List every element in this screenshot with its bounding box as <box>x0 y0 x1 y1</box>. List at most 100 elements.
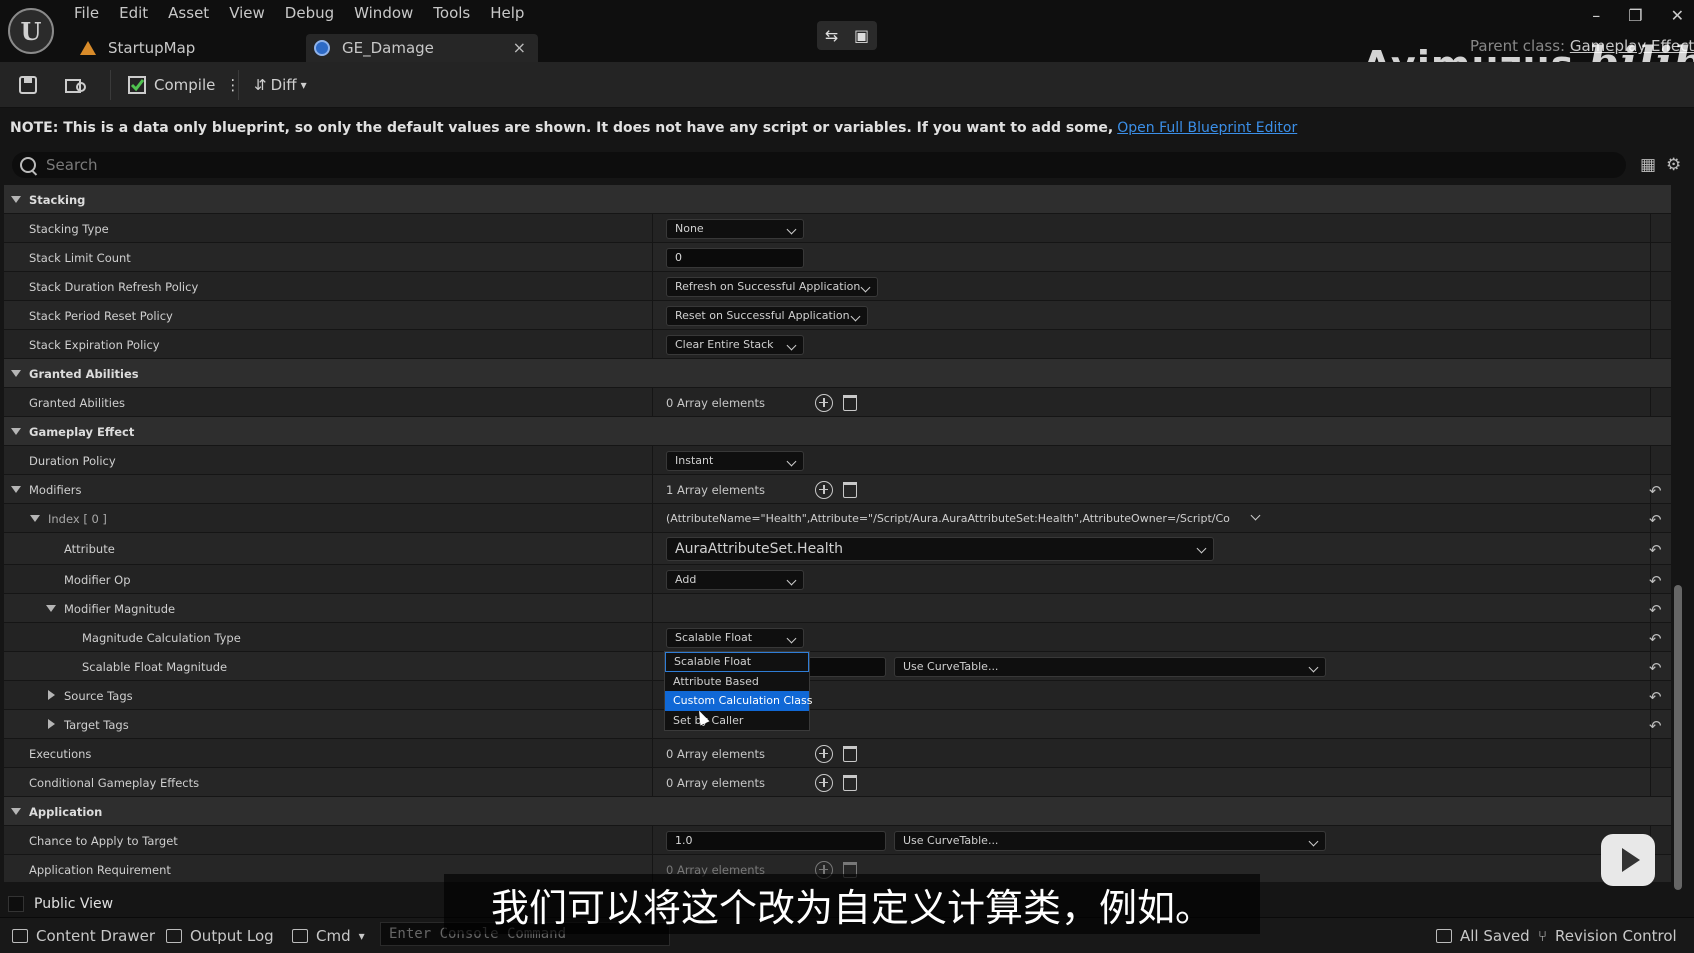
chevron-down-icon <box>1308 836 1319 846</box>
save-icon[interactable] <box>18 70 38 100</box>
option-set-by-caller[interactable]: Set by Caller <box>665 711 809 731</box>
prop-scalable-float-magnitude: Scalable Float Magnitude Use CurveTable.… <box>4 652 1671 681</box>
option-attribute-based[interactable]: Attribute Based <box>665 672 809 692</box>
modifier-op-combo[interactable]: Add <box>666 569 804 590</box>
category-stacking[interactable]: Stacking <box>4 185 1671 214</box>
compile-label: Compile <box>154 76 216 94</box>
expand-arrow-icon[interactable] <box>48 690 55 700</box>
expand-arrow-icon[interactable] <box>11 486 21 493</box>
duration-refresh-combo[interactable]: Refresh on Successful Application <box>666 276 878 297</box>
category-application[interactable]: Application <box>4 797 1671 826</box>
expand-arrow-icon[interactable] <box>11 428 21 435</box>
reset-to-default-icon[interactable]: ↶ <box>1649 717 1662 735</box>
reset-to-default-icon[interactable]: ↶ <box>1649 572 1662 590</box>
menu-debug[interactable]: Debug <box>285 4 348 22</box>
stacking-type-combo[interactable]: None <box>666 218 804 239</box>
stack-limit-count-input[interactable]: 0 <box>666 247 804 268</box>
array-count: 1 Array elements <box>666 482 766 497</box>
prop-modifier-op: Modifier Op Add ↶ <box>4 565 1671 594</box>
tab-startup-map[interactable]: StartupMap <box>74 34 304 62</box>
open-full-editor-link[interactable]: Open Full Blueprint Editor <box>1117 120 1297 136</box>
output-log-label: Output Log <box>190 927 274 945</box>
public-view-toggle[interactable]: Public View <box>4 893 113 915</box>
reset-to-default-icon[interactable]: ↶ <box>1649 688 1662 706</box>
all-saved-button[interactable]: All Saved <box>1436 927 1530 945</box>
unreal-logo-icon[interactable]: U <box>8 8 54 54</box>
reset-to-default-icon[interactable]: ↶ <box>1649 601 1662 619</box>
expand-arrow-icon[interactable] <box>11 370 21 377</box>
expand-arrow-icon[interactable] <box>48 719 55 729</box>
diff-button[interactable]: ⇵ Diff ▾ <box>254 70 307 100</box>
reset-to-default-icon[interactable]: ↶ <box>1649 541 1662 559</box>
column-divider <box>1650 301 1651 330</box>
reset-to-default-icon[interactable]: ↶ <box>1649 630 1662 648</box>
period-reset-combo[interactable]: Reset on Successful Application <box>666 305 868 326</box>
prop-value: Add <box>666 565 804 594</box>
search-input[interactable] <box>46 156 1546 174</box>
column-divider <box>652 504 653 533</box>
swap-layout-icon[interactable]: ⇆ <box>825 26 838 45</box>
add-element-icon[interactable] <box>815 744 834 763</box>
prop-label: Stack Period Reset Policy <box>29 308 173 323</box>
output-log-button[interactable]: Output Log <box>166 927 274 945</box>
trash-icon[interactable] <box>843 481 858 498</box>
public-view-checkbox[interactable] <box>8 896 24 912</box>
menu-tools[interactable]: Tools <box>433 4 484 22</box>
compile-check-icon <box>128 76 146 94</box>
add-element-icon[interactable] <box>815 480 834 499</box>
expiration-combo[interactable]: Clear Entire Stack <box>666 334 804 355</box>
all-saved-label: All Saved <box>1460 927 1530 945</box>
chance-input[interactable]: 1.0 <box>666 830 886 851</box>
close-tab-icon[interactable]: × <box>513 38 526 57</box>
option-custom-calculation-class[interactable]: Custom Calculation Class <box>665 691 812 711</box>
table-view-icon[interactable]: ▦ <box>1640 155 1656 175</box>
reset-to-default-icon[interactable]: ↶ <box>1649 659 1662 677</box>
expand-arrow-icon[interactable] <box>11 808 21 815</box>
trash-icon[interactable] <box>843 745 858 762</box>
prop-modifier-magnitude: Modifier Magnitude ↶ <box>4 594 1671 623</box>
reset-to-default-icon[interactable]: ↶ <box>1649 511 1662 529</box>
play-window-icon[interactable]: ▣ <box>854 26 869 45</box>
menu-file[interactable]: File <box>74 4 113 22</box>
reset-to-default-icon[interactable]: ↶ <box>1649 482 1662 500</box>
content-drawer-button[interactable]: Content Drawer <box>12 927 155 945</box>
minimize-icon[interactable]: – <box>1592 6 1600 25</box>
cmd-button[interactable]: Cmd ▾ <box>292 927 365 945</box>
prop-label: Application Requirement <box>29 862 171 877</box>
details-scrollbar[interactable] <box>1674 585 1682 890</box>
menu-edit[interactable]: Edit <box>119 4 162 22</box>
trash-icon[interactable] <box>843 774 858 791</box>
attribute-combo[interactable]: AuraAttributeSet.Health <box>666 537 1214 561</box>
trash-icon[interactable] <box>843 394 858 411</box>
browse-icon[interactable] <box>64 70 88 100</box>
close-window-icon[interactable]: ✕ <box>1671 6 1684 25</box>
category-gameplay-effect[interactable]: Gameplay Effect <box>4 417 1671 446</box>
prop-modifier-index-0: Index [ 0 ] (AttributeName="Health",Attr… <box>4 504 1671 533</box>
prop-label: Stacking Type <box>29 221 109 236</box>
prop-label: Duration Policy <box>29 453 116 468</box>
chevron-down-icon[interactable] <box>1250 510 1261 521</box>
restore-icon[interactable]: ❐ <box>1628 6 1642 25</box>
expand-arrow-icon[interactable] <box>11 196 21 203</box>
calc-type-combo[interactable]: Scalable Float <box>666 627 804 648</box>
column-divider <box>652 594 653 623</box>
option-scalable-float[interactable]: Scalable Float <box>665 652 809 672</box>
menu-view[interactable]: View <box>229 4 279 22</box>
browse-icon-svg <box>65 79 86 93</box>
expand-arrow-icon[interactable] <box>30 515 40 522</box>
add-element-icon[interactable] <box>815 773 834 792</box>
duration-policy-combo[interactable]: Instant <box>666 450 804 471</box>
tab-ge-damage[interactable]: GE_Damage × <box>306 34 538 62</box>
public-view-label: Public View <box>34 896 114 912</box>
menu-window[interactable]: Window <box>354 4 427 22</box>
revision-control-button[interactable]: ⑂ Revision Control <box>1538 927 1677 945</box>
expand-arrow-icon[interactable] <box>46 605 56 612</box>
menu-help[interactable]: Help <box>490 4 538 22</box>
gear-icon[interactable]: ⚙ <box>1666 155 1681 175</box>
add-element-icon[interactable] <box>815 393 834 412</box>
curve-table-combo[interactable]: Use CurveTable... <box>894 656 1326 677</box>
curve-table-combo[interactable]: Use CurveTable... <box>894 830 1326 851</box>
menu-asset[interactable]: Asset <box>168 4 223 22</box>
compile-button[interactable]: Compile ⋮ <box>126 70 240 100</box>
category-granted-abilities[interactable]: Granted Abilities <box>4 359 1671 388</box>
